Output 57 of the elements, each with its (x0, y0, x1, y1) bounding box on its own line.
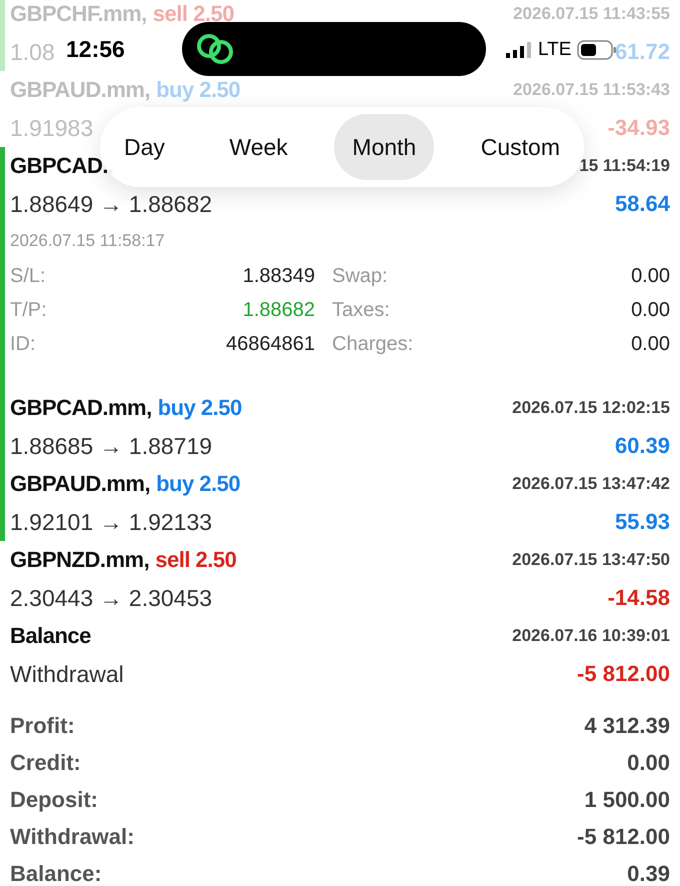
summary-value: -5 812.00 (577, 824, 670, 850)
profit-value: 60.39 (614, 433, 670, 459)
price-range: 1.91983 (10, 114, 94, 142)
field-label: S/L: (10, 264, 47, 288)
price-range: 1.08 (10, 38, 55, 66)
network-label: LTE (538, 39, 572, 61)
deal-time: 2026.07.15 11:53:43 (513, 80, 670, 100)
symbol-label: GBPAUD.mm, (10, 471, 150, 497)
field-value: 1.88349 (242, 264, 315, 288)
price-range: 1.92101 → 1.92133 (10, 508, 212, 536)
field-value: 1.88682 (242, 298, 315, 322)
field-label: Charges: (332, 332, 414, 356)
symbol-label: GBPAUD.mm, (10, 77, 150, 103)
deal-time: 2026.07.16 10:39:01 (512, 626, 670, 646)
deal-time: 2026.07.15 11:43:55 (513, 4, 670, 24)
deal-time: 2026.07.15 13:47:42 (512, 474, 670, 494)
summary-label: Deposit: (10, 786, 98, 812)
field-value: 0.00 (631, 332, 670, 356)
profit-value: -34.93 (608, 115, 670, 141)
balance-title: Balance (10, 623, 91, 649)
profit-value: 58.64 (614, 191, 670, 217)
balance-amount: -5 812.00 (577, 661, 670, 687)
deal-time: 2026.07.15 12:02:15 (512, 398, 670, 418)
symbol-label: GBPCHF.mm, (10, 1, 147, 27)
price-range: 2.30443 → 2.30453 (10, 584, 212, 612)
deal-time: 2026.07.15 13:47:50 (512, 550, 670, 570)
field-label: Taxes: (332, 298, 391, 322)
symbol-label: GBPNZD.mm, (10, 547, 150, 573)
field-value: 46864861 (225, 332, 315, 356)
balance-comment: Withdrawal (10, 660, 124, 688)
price-range: 1.88685 → 1.88719 (10, 432, 212, 460)
summary-label: Balance: (10, 860, 102, 886)
field-label: T/P: (10, 298, 48, 322)
summary-value: 0.39 (627, 860, 670, 886)
trade-side-label: buy 2.50 (156, 471, 240, 497)
open-time: 2026.07.15 11:58:17 (10, 230, 166, 252)
deal-time: 15 11:54:19 (579, 156, 670, 176)
summary-label: Profit: (10, 712, 75, 738)
trade-side-label: buy 2.50 (158, 395, 242, 421)
profit-value: 61.72 (614, 39, 670, 65)
field-label: ID: (10, 332, 37, 356)
trade-side-label: buy 2.50 (156, 77, 240, 103)
trade-side-label: sell 2.50 (152, 1, 234, 27)
profit-value: 55.93 (614, 509, 670, 535)
price-range: 1.88649 → 1.88682 (10, 190, 212, 218)
summary-value: 4 312.39 (584, 712, 670, 738)
trade-side-label: sell 2.50 (155, 547, 236, 573)
profit-value: -14.58 (608, 585, 670, 611)
summary-value: 1 500.00 (584, 786, 670, 812)
summary-value: 0.00 (627, 750, 670, 776)
field-value: 0.00 (631, 298, 670, 322)
symbol-label: GBPCAD.mm, (10, 395, 152, 421)
summary-label: Credit: (10, 750, 81, 776)
summary-label: Withdrawal: (10, 824, 134, 850)
field-label: Swap: (332, 264, 389, 288)
field-value: 0.00 (631, 264, 670, 288)
symbol-label: GBPCAD.. (10, 153, 114, 179)
